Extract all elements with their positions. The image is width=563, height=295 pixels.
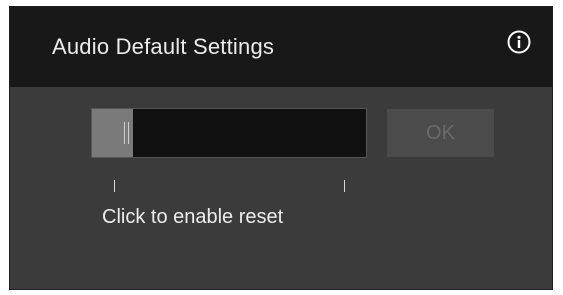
slider-start-tick [114,180,115,192]
grip-icon [124,122,125,144]
grip-icon [128,122,129,144]
reset-slider[interactable] [91,108,367,158]
reset-instruction-label: Click to enable reset [102,206,284,228]
info-icon[interactable] [507,30,531,54]
slider-end-tick [344,180,345,192]
ok-button[interactable]: OK [387,109,494,157]
dialog-title: Audio Default Settings [52,34,275,59]
audio-settings-dialog: Audio Default Settings OK Click to enabl… [9,6,553,290]
slider-thumb[interactable] [119,109,133,157]
dialog-header: Audio Default Settings [10,7,552,87]
